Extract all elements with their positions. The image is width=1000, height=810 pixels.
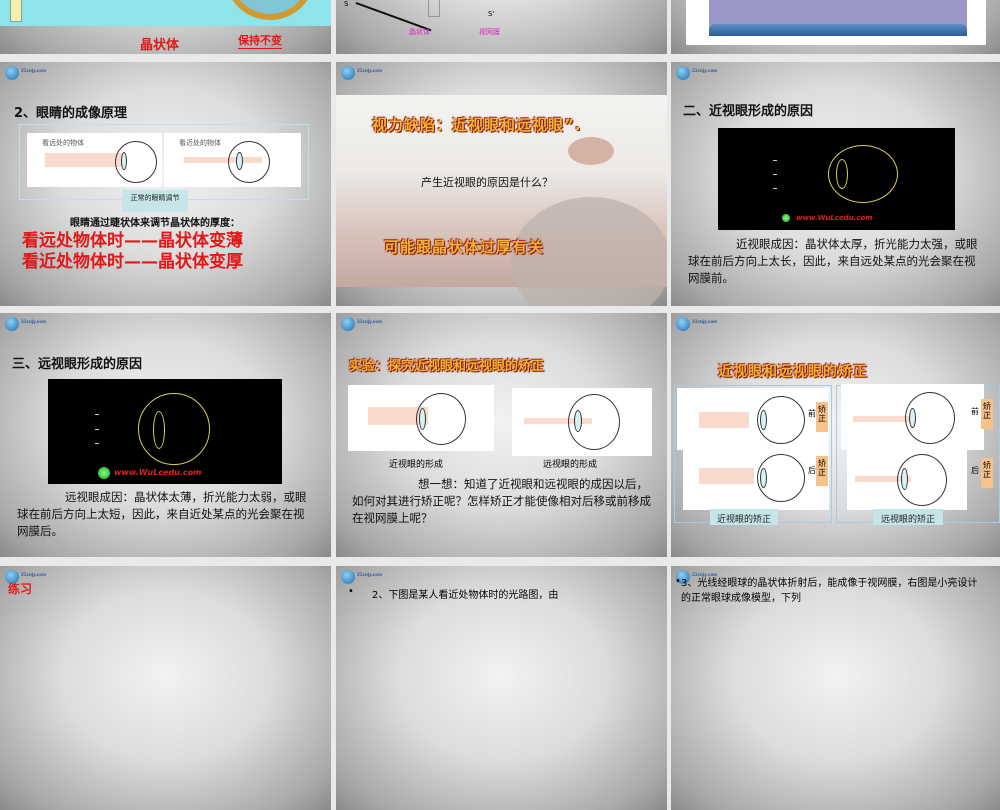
hyperopia-animation[interactable]: www.WuLcedu.com (48, 379, 282, 484)
hyperopia-diagram (512, 388, 652, 456)
slide-thumbnail-12[interactable]: 21cnjy.com • 3、光线经眼球的晶状体折射后，能成像于视网膜，右图是小… (671, 566, 1000, 810)
retina-label: 视网膜 (479, 28, 500, 36)
logo: 21cnjy.com (5, 317, 51, 331)
correction-tag: 矫正 (981, 399, 993, 429)
myopia-caption: 近视眼的形成 (389, 460, 444, 470)
slide-body: 远视眼成因：晶状体太薄，折光能力太弱，或眼球在前后方向上太短，因此，来自近处某点… (17, 490, 307, 538)
before-label: 前 (808, 409, 816, 418)
s-label: S (344, 0, 349, 8)
hyperopia-caption: 远视眼的形成 (543, 460, 598, 470)
slide-thumbnail-8[interactable]: 21cnjy.com 实验：探究近视眼和远视眼的矫正 近视眼的形成 远视眼的形成… (336, 313, 667, 557)
play-icon[interactable] (98, 467, 110, 479)
logo: 21cnjy.com (676, 317, 722, 331)
slide-title: 2、眼睛的成像原理 (14, 106, 128, 121)
before-label: 前 (971, 407, 979, 416)
lens-box (428, 0, 440, 17)
slide-body: 近视眼成因：晶状体太厚，折光能力太强，或眼球在前后方向上太长，因此，来自远处某点… (688, 237, 978, 285)
slide-body: 眼睛通过睫状体来调节晶状体的厚度： (70, 218, 240, 229)
hyperopia-after (847, 450, 967, 510)
myopia-animation[interactable]: www.WuLcedu.com (718, 128, 955, 230)
blue-base (709, 24, 967, 36)
hyperopia-before (841, 384, 984, 450)
keep-label: 保持不变 (238, 34, 282, 49)
wordart-title: 视力缺陷：近视眼和远视眼”. (372, 116, 582, 134)
logo: 21cnjy.com (5, 66, 51, 80)
slide-body: 想一想：知道了近视眼和远视眼的成因以后，如何对其进行矫正呢？怎样矫正才能使像相对… (352, 477, 651, 525)
myopia-before (677, 388, 829, 450)
logo: 21cnjy.com (341, 317, 387, 331)
lens-label: 晶状体 (140, 38, 180, 53)
tower-ball (568, 137, 614, 165)
myopia-correction-caption: 近视眼的矫正 (710, 509, 778, 525)
correction-tag: 矫正 (981, 458, 993, 488)
red-line-near: 看近处物体时——晶状体变厚 (22, 252, 243, 272)
wordart-title: 实验：探究近视眼和远视眼的矫正 (349, 359, 545, 374)
slide-thumbnail-10[interactable]: 21cnjy.com 练习 (0, 566, 331, 810)
wordart-answer: 可能跟晶状体过厚有关 (384, 238, 545, 256)
slide-thumbnail-7[interactable]: 21cnjy.com 三、远视眼形成的原因 www.WuLcedu.com 远视… (0, 313, 331, 557)
after-label: 后 (971, 466, 979, 475)
logo: 21cnjy.com (676, 66, 722, 80)
play-icon[interactable] (782, 214, 790, 222)
slide-thumbnail-3[interactable] (671, 0, 1000, 54)
slide-thumbnail-5[interactable]: 21cnjy.com 视力缺陷：近视眼和远视眼”. 产生近视眼的原因是什么？ 可… (336, 62, 667, 306)
slide-thumbnail-2[interactable]: S S' 晶状体 视网膜 (336, 0, 667, 54)
after-label: 后 (808, 466, 816, 475)
correction-tag: 矫正 (816, 456, 828, 486)
slide-body: 2、下图是某人看近处物体时的光路图，由 (372, 590, 559, 601)
hyperopia-correction-caption: 远视眼的矫正 (873, 509, 943, 525)
slide-thumbnail-4[interactable]: 21cnjy.com 2、眼睛的成像原理 看远处的物体 看近处的物体 正常的眼睛… (0, 62, 331, 306)
slide-thumbnail-9[interactable]: 21cnjy.com 近视眼和远视眼的矫正 前 矫正 后 矫正 前 矫正 后 矫… (671, 313, 1000, 557)
slide-thumbnail-1[interactable]: 晶状体 保持不变 (0, 0, 331, 54)
candle (10, 0, 22, 22)
slide-title: 三、远视眼形成的原因 (12, 357, 143, 372)
slide-thumbnail-11[interactable]: 21cnjy.com • 2、下图是某人看近处物体时的光路图，由 (336, 566, 667, 810)
slide-title: 练习 (8, 582, 33, 596)
lens-label: 晶状体 (409, 28, 430, 36)
far-object-panel: 看远处的物体 (27, 133, 162, 187)
near-object-panel: 看近处的物体 (164, 133, 301, 187)
myopia-after (683, 450, 829, 510)
slide-title: 二、近视眼形成的原因 (683, 104, 814, 119)
s-prime-label: S' (488, 10, 495, 18)
slide-body: 3、光线经眼球的晶状体折射后，能成像于视网膜，右图是小亮设计的正常眼球成像模型，… (681, 578, 978, 604)
correction-tag: 矫正 (816, 402, 828, 432)
bullet: • (348, 586, 354, 597)
wordart-title: 近视眼和远视眼的矫正 (718, 364, 868, 380)
diagram-caption: 正常的眼睛调节 (122, 190, 188, 212)
red-line-far: 看远处物体时——晶状体变薄 (22, 231, 243, 251)
question-text: 产生近视眼的原因是什么？ (421, 176, 553, 189)
slide-thumbnail-6[interactable]: 21cnjy.com 二、近视眼形成的原因 www.WuLcedu.com 近视… (671, 62, 1000, 306)
logo: 21cnjy.com (341, 66, 387, 80)
logo: 21cnjy.com (341, 570, 387, 584)
myopia-diagram (348, 385, 494, 451)
